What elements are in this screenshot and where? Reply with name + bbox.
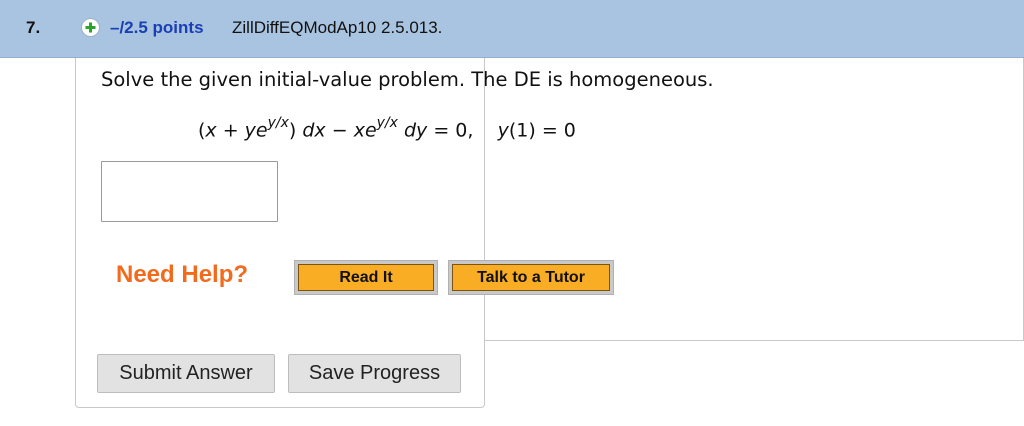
- eq-y: y: [244, 119, 256, 142]
- need-help-label: Need Help?: [116, 261, 249, 288]
- save-progress-button[interactable]: Save Progress: [288, 354, 461, 393]
- question-number: 7.: [26, 18, 41, 37]
- question-points: –/2.5 points: [110, 18, 204, 37]
- eq-exponent: y/x: [267, 115, 289, 131]
- content-divider: [484, 340, 1024, 341]
- plus-circle-icon[interactable]: [81, 18, 100, 37]
- question-header: 7. –/2.5 points ZillDiffEQModAp10 2.5.01…: [0, 0, 1024, 58]
- eq-equals-zero: = 0,: [427, 119, 474, 142]
- eq-x: x: [205, 119, 217, 142]
- read-it-label: Read It: [298, 264, 434, 291]
- differential-equation: (x + yey/x) dx − xey/x dy = 0, y(1) = 0: [198, 115, 576, 142]
- eq-e2: e: [364, 119, 377, 142]
- ic-y: y: [497, 119, 509, 142]
- submit-answer-button[interactable]: Submit Answer: [97, 354, 275, 393]
- question-source: ZillDiffEQModAp10 2.5.013.: [232, 18, 443, 37]
- initial-condition: (1) = 0: [508, 119, 576, 142]
- eq-dx: dx: [302, 119, 326, 142]
- eq-exponent-2: y/x: [376, 115, 398, 131]
- eq-x2: x: [353, 119, 365, 142]
- answer-input[interactable]: [101, 161, 278, 222]
- eq-e: e: [255, 119, 268, 142]
- read-it-button[interactable]: Read It: [294, 260, 438, 295]
- eq-spacer: [473, 119, 497, 141]
- problem-prompt: Solve the given initial-value problem. T…: [101, 68, 714, 91]
- eq-plus: +: [216, 119, 245, 142]
- eq-minus: −: [325, 119, 354, 142]
- talk-to-tutor-label: Talk to a Tutor: [452, 264, 610, 291]
- talk-to-tutor-button[interactable]: Talk to a Tutor: [448, 260, 614, 295]
- eq-close-paren: ): [288, 119, 303, 142]
- eq-dy: dy: [397, 119, 428, 142]
